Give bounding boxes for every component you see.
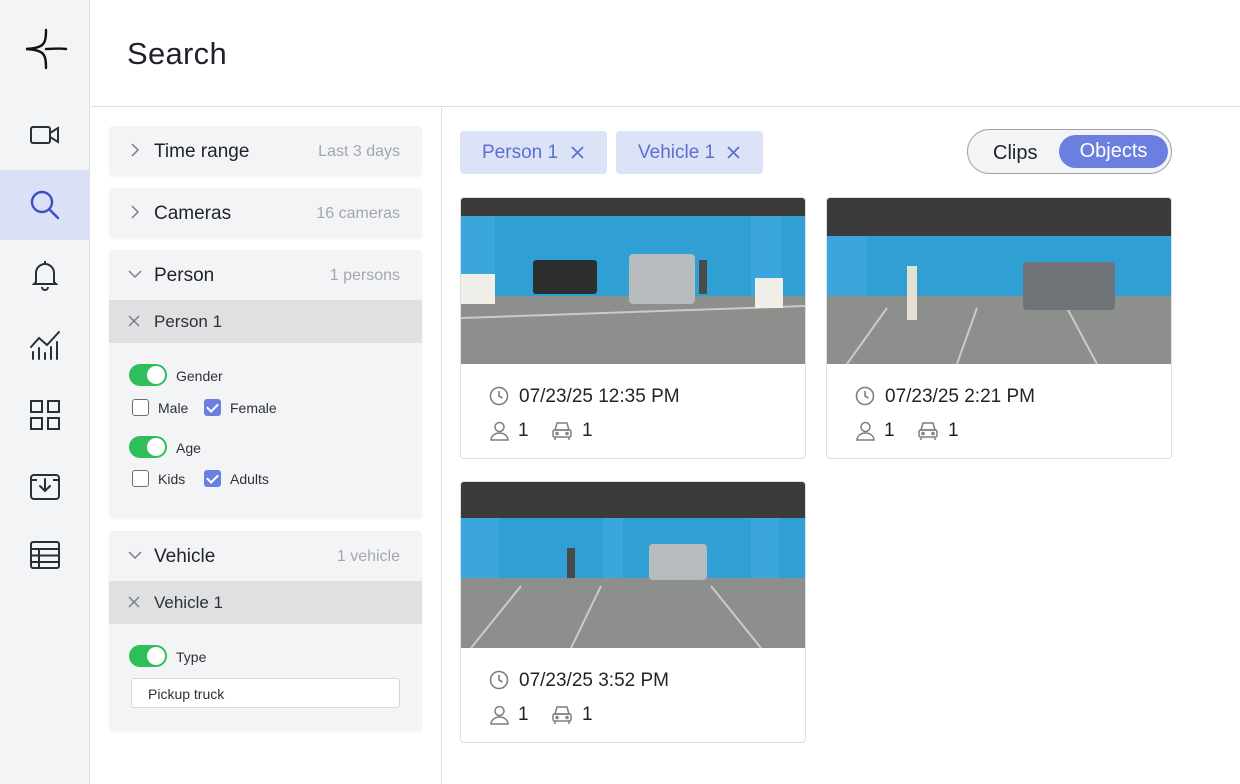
filter-time-range[interactable]: Time range Last 3 days xyxy=(109,126,422,176)
grid-icon xyxy=(30,400,60,430)
kids-label: Kids xyxy=(158,471,186,487)
vehicle-count: 1 xyxy=(582,420,593,441)
nav-item-dashboard[interactable] xyxy=(0,380,90,450)
filter-count: 1 persons xyxy=(329,267,400,284)
nav-item-exports[interactable] xyxy=(0,450,90,520)
age-toggle[interactable] xyxy=(129,436,167,458)
result-timestamp: 07/23/25 2:21 PM xyxy=(885,386,1035,407)
clock-icon xyxy=(855,386,875,406)
thumbnail-image xyxy=(461,198,805,364)
chip-person[interactable]: Person 1 xyxy=(460,131,607,174)
filter-cameras[interactable]: Cameras 16 cameras xyxy=(109,188,422,238)
person-icon xyxy=(490,421,509,441)
kids-checkbox[interactable] xyxy=(132,470,149,487)
gender-label: Gender xyxy=(176,368,223,384)
video-camera-icon xyxy=(30,126,59,144)
result-timestamp: 07/23/25 12:35 PM xyxy=(519,386,680,407)
filter-vehicle: Vehicle 1 vehicle Vehicle 1 Type Pickup … xyxy=(109,531,422,731)
filter-label: Vehicle xyxy=(154,546,216,567)
thumbnail-image xyxy=(461,482,805,648)
adults-label: Adults xyxy=(230,471,269,487)
female-checkbox[interactable] xyxy=(204,399,221,416)
vehicle-count: 1 xyxy=(948,420,959,441)
person-entry-label: Person 1 xyxy=(154,312,223,331)
person-entry-row[interactable]: Person 1 xyxy=(109,300,422,343)
chevron-down-icon xyxy=(128,551,142,560)
table-icon xyxy=(30,541,60,569)
filter-vehicle-header[interactable]: Vehicle 1 vehicle xyxy=(109,531,422,581)
filter-person: Person 1 persons Person 1 Gender Male Fe… xyxy=(109,250,422,518)
nav-item-alerts[interactable] xyxy=(0,240,90,310)
bell-icon xyxy=(31,261,59,291)
clock-icon xyxy=(489,670,509,690)
chevron-right-icon xyxy=(131,143,140,157)
type-toggle[interactable] xyxy=(129,645,167,667)
nav-item-analytics[interactable] xyxy=(0,310,90,380)
filter-label: Cameras xyxy=(154,203,232,224)
result-timestamp: 07/23/25 3:52 PM xyxy=(519,670,669,691)
person-icon xyxy=(856,421,875,441)
filter-value: 16 cameras xyxy=(316,205,400,222)
chevron-right-icon xyxy=(131,205,140,219)
filter-person-header[interactable]: Person 1 persons xyxy=(109,250,422,300)
person-count: 1 xyxy=(884,420,895,441)
clock-icon xyxy=(489,386,509,406)
objects-option[interactable]: Objects xyxy=(1059,135,1168,168)
filter-label: Time range xyxy=(154,141,250,162)
result-card[interactable]: 07/23/25 2:21 PM 1 1 xyxy=(826,197,1172,459)
person-count: 1 xyxy=(518,420,529,441)
download-tray-icon xyxy=(30,474,60,500)
chip-label: Vehicle 1 xyxy=(638,142,716,163)
type-label: Type xyxy=(176,649,207,665)
view-toggle: Clips Objects xyxy=(967,129,1172,174)
filter-count: 1 vehicle xyxy=(336,548,400,565)
person-count: 1 xyxy=(518,704,529,725)
nav-item-reports[interactable] xyxy=(0,520,90,590)
clips-option[interactable]: Clips xyxy=(993,142,1037,165)
car-icon xyxy=(552,706,572,724)
vehicle-entry-label: Vehicle 1 xyxy=(154,593,223,612)
chip-label: Person 1 xyxy=(482,142,559,163)
close-icon[interactable] xyxy=(127,314,141,328)
thumbnail-image xyxy=(827,198,1171,364)
vehicle-count: 1 xyxy=(582,704,593,725)
close-icon[interactable] xyxy=(570,145,585,160)
logo-icon[interactable] xyxy=(22,26,68,72)
car-icon xyxy=(552,422,572,440)
vehicle-entry-row[interactable]: Vehicle 1 xyxy=(109,581,422,624)
vehicle-type-field[interactable]: Pickup truck xyxy=(131,678,400,708)
filter-label: Person xyxy=(154,265,215,286)
result-card[interactable]: 07/23/25 3:52 PM 1 1 xyxy=(460,481,806,743)
male-label: Male xyxy=(158,400,189,416)
chip-vehicle[interactable]: Vehicle 1 xyxy=(616,131,763,174)
close-icon[interactable] xyxy=(127,595,141,609)
close-icon[interactable] xyxy=(726,145,741,160)
person-icon xyxy=(490,705,509,725)
filter-panel: Time range Last 3 days Cameras 16 camera… xyxy=(91,108,442,784)
page-header: Search xyxy=(91,0,1240,107)
adults-checkbox[interactable] xyxy=(204,470,221,487)
car-icon xyxy=(918,422,938,440)
result-card[interactable]: 07/23/25 12:35 PM 1 1 xyxy=(460,197,806,459)
age-label: Age xyxy=(176,440,201,456)
male-checkbox[interactable] xyxy=(132,399,149,416)
chevron-down-icon xyxy=(128,270,142,279)
sidebar-nav xyxy=(0,0,90,784)
gender-toggle[interactable] xyxy=(129,364,167,386)
filter-value: Last 3 days xyxy=(318,143,400,160)
search-icon xyxy=(30,190,60,220)
nav-item-search[interactable] xyxy=(0,170,90,240)
page-title: Search xyxy=(127,36,228,71)
analytics-icon xyxy=(30,331,60,360)
nav-item-cameras[interactable] xyxy=(0,100,90,170)
female-label: Female xyxy=(230,400,277,416)
